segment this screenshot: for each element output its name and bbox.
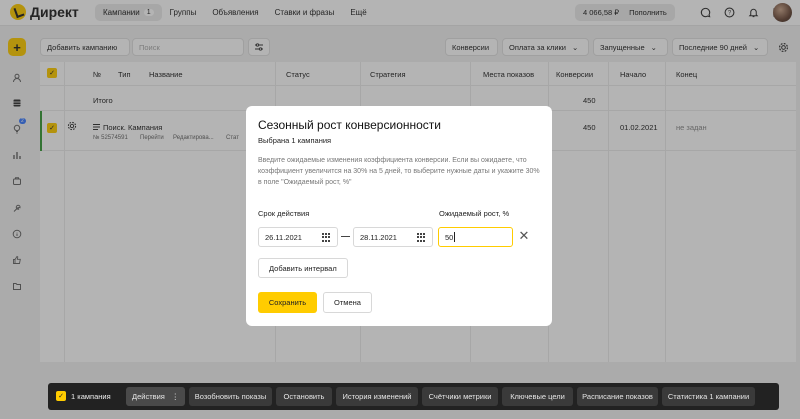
- calendar-icon[interactable]: [322, 233, 331, 242]
- date-from-value: 26.11.2021: [265, 232, 302, 242]
- selected-count: 1 кампания: [71, 392, 111, 401]
- date-to-value: 28.11.2021: [360, 232, 397, 242]
- range-dash: [341, 236, 350, 237]
- seasonal-growth-dialog: Сезонный рост конверсионности Выбрана 1 …: [246, 106, 552, 326]
- growth-field-label: Ожидаемый рост, %: [439, 209, 510, 218]
- dialog-subtitle: Выбрана 1 кампания: [258, 136, 332, 145]
- dialog-description: Введите ожидаемые изменения коэффициента…: [258, 157, 540, 186]
- bulk-actions-bar: ✓ 1 кампания Действия ⋮ Возобновить пока…: [48, 383, 779, 410]
- resume-button[interactable]: Возобновить показы: [189, 387, 272, 406]
- metrics-counters-button[interactable]: Счётчики метрики: [422, 387, 498, 406]
- history-button[interactable]: История изменений: [336, 387, 418, 406]
- save-button[interactable]: Сохранить: [258, 292, 317, 313]
- actions-label: Действия: [132, 392, 165, 401]
- stop-button[interactable]: Остановить: [276, 387, 332, 406]
- schedule-button[interactable]: Расписание показов: [577, 387, 658, 406]
- stats-button[interactable]: Статистика 1 кампании: [662, 387, 755, 406]
- bulk-checkbox[interactable]: ✓: [56, 391, 66, 401]
- date-to-input[interactable]: 28.11.2021: [353, 227, 433, 247]
- actions-menu-button[interactable]: Действия ⋮: [126, 387, 185, 406]
- remove-interval-icon[interactable]: ✕: [517, 228, 531, 243]
- growth-input[interactable]: 50: [438, 227, 513, 247]
- dialog-title: Сезонный рост конверсионности: [258, 118, 441, 132]
- period-field-label: Срок действия: [258, 209, 310, 218]
- calendar-icon[interactable]: [417, 233, 426, 242]
- more-vertical-icon: ⋮: [171, 392, 180, 401]
- key-goals-button[interactable]: Ключевые цели: [502, 387, 573, 406]
- add-interval-button[interactable]: Добавить интервал: [258, 258, 348, 278]
- growth-value: 50: [445, 232, 454, 242]
- cancel-button[interactable]: Отмена: [323, 292, 372, 313]
- date-from-input[interactable]: 26.11.2021: [258, 227, 338, 247]
